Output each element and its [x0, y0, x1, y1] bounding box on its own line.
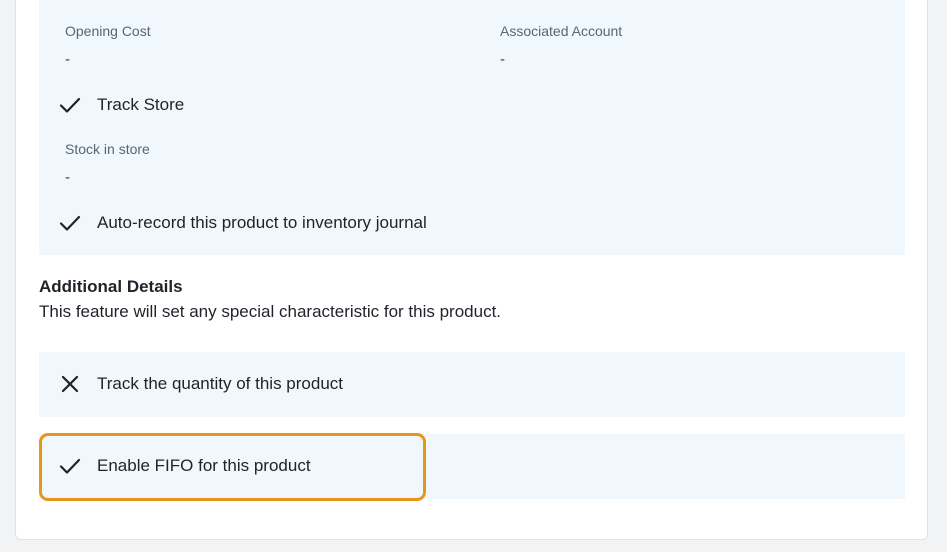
auto-record-label: Auto-record this product to inventory jo…: [97, 213, 427, 232]
associated-account-value: -: [500, 51, 505, 68]
inventory-panel: Opening Cost - Associated Account - Trac…: [39, 0, 905, 255]
track-quantity-panel: Track the quantity of this product: [39, 352, 905, 417]
track-store-label: Track Store: [97, 95, 185, 114]
associated-account-label: Associated Account: [500, 23, 623, 39]
track-quantity-label: Track the quantity of this product: [97, 374, 343, 393]
opening-cost-value: -: [65, 51, 70, 68]
track-quantity-row[interactable]: Track the quantity of this product: [59, 373, 343, 395]
auto-record-row[interactable]: Auto-record this product to inventory jo…: [59, 212, 427, 234]
check-icon: [59, 94, 81, 116]
additional-details-description: This feature will set any special charac…: [39, 302, 502, 321]
additional-details-title: Additional Details: [39, 277, 183, 296]
track-store-row[interactable]: Track Store: [59, 94, 184, 116]
stock-in-store-value: -: [65, 169, 70, 186]
opening-cost-label: Opening Cost: [65, 23, 151, 39]
stock-in-store-label: Stock in store: [65, 141, 150, 157]
close-icon: [59, 373, 81, 395]
check-icon: [59, 212, 81, 234]
fifo-highlight-outline: [39, 433, 426, 501]
product-details-card: Opening Cost - Associated Account - Trac…: [15, 0, 928, 540]
